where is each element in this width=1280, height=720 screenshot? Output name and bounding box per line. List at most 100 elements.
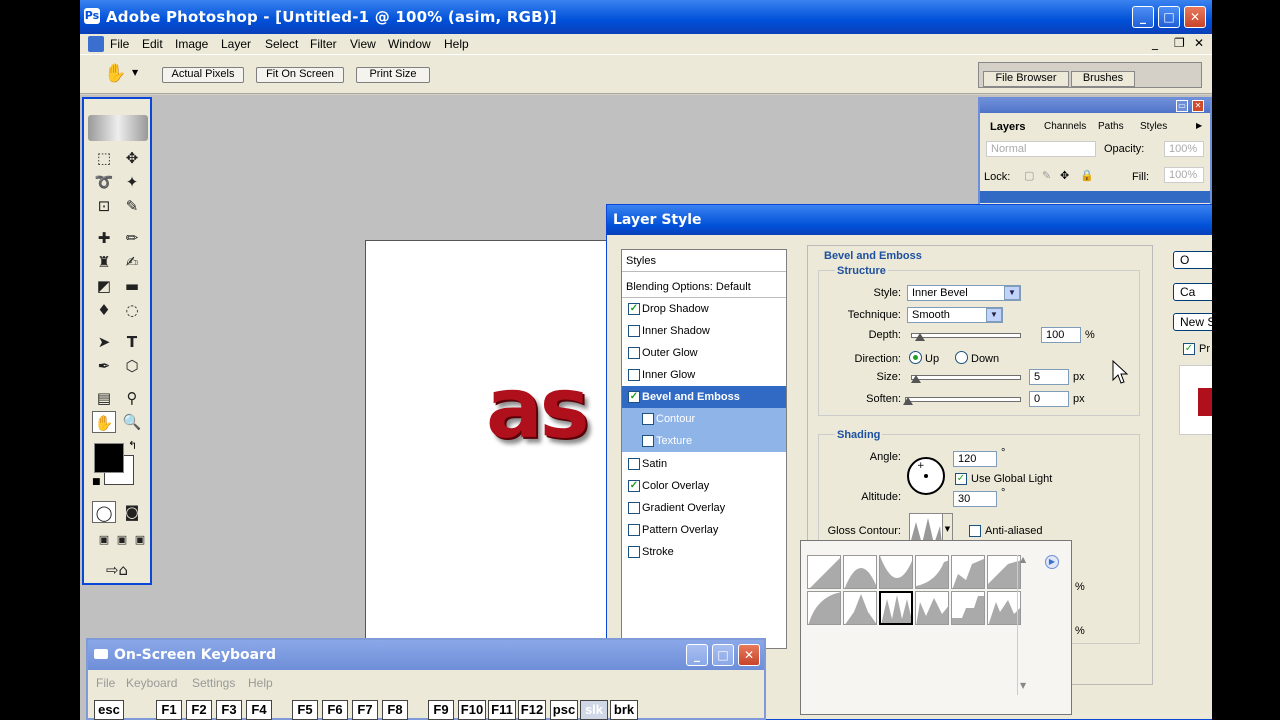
layer-row[interactable] <box>980 191 1210 203</box>
checkbox[interactable] <box>628 546 640 558</box>
checkbox[interactable] <box>628 369 640 381</box>
gradient-icon[interactable]: ▬ <box>120 275 144 297</box>
palette-minimize-icon[interactable]: ▭ <box>1176 100 1188 112</box>
key-f12[interactable]: F12 <box>518 700 546 720</box>
palette-close-icon[interactable]: ✕ <box>1192 100 1204 112</box>
quick-mask-icon[interactable]: ◙ <box>120 501 144 523</box>
soften-slider[interactable] <box>905 397 1021 402</box>
notes-icon[interactable]: ▤ <box>92 387 116 409</box>
key-esc[interactable]: esc <box>94 700 124 720</box>
key-f11[interactable]: F11 <box>488 700 516 720</box>
contour-cove-shallow[interactable] <box>951 555 985 589</box>
anti-aliased-checkbox[interactable] <box>969 525 981 537</box>
actual-pixels-button[interactable]: Actual Pixels <box>162 67 244 83</box>
key-f5[interactable]: F5 <box>292 700 318 720</box>
popup-menu-icon[interactable]: ▶ <box>1045 555 1059 569</box>
print-size-button[interactable]: Print Size <box>356 67 430 83</box>
checkbox-checked[interactable]: ✓ <box>628 391 640 403</box>
dodge-icon[interactable]: ◌ <box>120 299 144 321</box>
minimize-button[interactable]: _ <box>1132 6 1154 28</box>
screen-mode-3-icon[interactable]: ▣ <box>128 529 152 551</box>
contour-rounded-steps[interactable] <box>951 591 985 625</box>
close-button[interactable]: ✕ <box>1184 6 1206 28</box>
menu-image[interactable]: Image <box>175 37 208 51</box>
magic-wand-icon[interactable]: ✦ <box>120 171 144 193</box>
palette-menu-icon[interactable]: ▶ <box>1196 121 1202 130</box>
direction-down-radio[interactable] <box>955 351 968 364</box>
list-item-contour[interactable]: Contour <box>622 408 786 430</box>
soften-slider-thumb[interactable] <box>903 397 913 405</box>
contour-cove-deep[interactable] <box>915 555 949 589</box>
contour-ring-double[interactable] <box>879 591 913 625</box>
checkbox[interactable] <box>628 502 640 514</box>
list-item-inner-shadow[interactable]: Inner Shadow <box>622 320 786 342</box>
file-browser-tab[interactable]: File Browser <box>983 71 1069 87</box>
pen-icon[interactable]: ✒ <box>92 355 116 377</box>
osk-menu-keyboard[interactable]: Keyboard <box>126 676 177 690</box>
list-item-texture[interactable]: Texture <box>622 430 786 452</box>
size-slider-thumb[interactable] <box>911 375 921 383</box>
checkbox-checked[interactable]: ✓ <box>628 480 640 492</box>
lock-transparency-icon[interactable]: ▢ <box>1024 169 1034 182</box>
move-icon[interactable]: ✥ <box>120 147 144 169</box>
lock-all-icon[interactable]: 🔒 <box>1080 169 1094 182</box>
scroll-up-icon[interactable]: ▲ <box>1020 555 1026 564</box>
jump-to-imageready-icon[interactable]: ⇨⌂ <box>92 559 142 581</box>
contour-sawtooth[interactable] <box>987 591 1021 625</box>
eyedropper-icon[interactable]: ⚲ <box>120 387 144 409</box>
menu-file[interactable]: File <box>110 37 129 51</box>
depth-field[interactable]: 100 <box>1041 327 1081 343</box>
chevron-down-icon[interactable]: ▼ <box>1004 286 1020 300</box>
global-light-checkbox[interactable]: ✓ <box>955 473 967 485</box>
shape-icon[interactable]: ⬡ <box>120 355 144 377</box>
maximize-button[interactable]: □ <box>1158 6 1180 28</box>
osk-minimize-button[interactable]: _ <box>686 644 708 666</box>
opacity-field[interactable]: 100% <box>1164 141 1204 157</box>
list-item-stroke[interactable]: Stroke <box>622 541 786 563</box>
fit-on-screen-button[interactable]: Fit On Screen <box>256 67 344 83</box>
list-item-pattern-overlay[interactable]: Pattern Overlay <box>622 519 786 541</box>
contour-rolling-slope[interactable] <box>915 591 949 625</box>
key-f6[interactable]: F6 <box>322 700 348 720</box>
key-f8[interactable]: F8 <box>382 700 408 720</box>
osk-menu-help[interactable]: Help <box>248 676 273 690</box>
list-item-inner-glow[interactable]: Inner Glow <box>622 364 786 386</box>
eraser-icon[interactable]: ◩ <box>92 275 116 297</box>
type-icon[interactable]: T <box>120 331 144 353</box>
blur-icon[interactable]: ♦ <box>92 299 116 321</box>
brushes-tab[interactable]: Brushes <box>1071 71 1135 87</box>
foreground-color-swatch[interactable] <box>94 443 124 473</box>
key-f4[interactable]: F4 <box>246 700 272 720</box>
doc-restore-icon[interactable]: ❐ <box>1174 36 1185 50</box>
menu-select[interactable]: Select <box>265 37 298 51</box>
depth-slider-thumb[interactable] <box>915 333 925 341</box>
standard-mode-icon[interactable]: ◯ <box>92 501 116 523</box>
slice-icon[interactable]: ✎ <box>120 195 144 217</box>
list-item-color-overlay[interactable]: ✓ Color Overlay <box>622 475 786 497</box>
list-item-gradient-overlay[interactable]: Gradient Overlay <box>622 497 786 519</box>
checkbox[interactable] <box>642 435 654 447</box>
osk-titlebar[interactable]: On-Screen Keyboard _ □ ✕ <box>88 640 764 670</box>
list-item-styles[interactable]: Styles <box>622 250 786 272</box>
preview-checkbox[interactable]: ✓ <box>1183 343 1195 355</box>
contour-gaussian[interactable] <box>987 555 1021 589</box>
menu-layer[interactable]: Layer <box>221 37 251 51</box>
title-bar[interactable]: Ps Adobe Photoshop - [Untitled-1 @ 100% … <box>80 0 1212 34</box>
osk-menu-file[interactable]: File <box>96 676 115 690</box>
stamp-icon[interactable]: ♜ <box>92 251 116 273</box>
chevron-down-icon[interactable]: ▼ <box>986 308 1002 322</box>
angle-field[interactable]: 120 <box>953 451 997 467</box>
key-f2[interactable]: F2 <box>186 700 212 720</box>
hand-tool-icon[interactable]: ✋ <box>92 411 116 433</box>
menu-window[interactable]: Window <box>388 37 431 51</box>
checkbox[interactable] <box>628 347 640 359</box>
document-canvas[interactable]: as <box>365 240 610 640</box>
depth-slider[interactable] <box>911 333 1021 338</box>
cancel-button[interactable]: Ca <box>1173 283 1212 301</box>
contour-half-round[interactable] <box>807 591 841 625</box>
style-select[interactable]: Inner Bevel ▼ <box>907 285 1021 301</box>
tab-layers[interactable]: Layers <box>990 121 1025 133</box>
lasso-icon[interactable]: ➰ <box>92 171 116 193</box>
checkbox-checked[interactable]: ✓ <box>628 303 640 315</box>
key-f3[interactable]: F3 <box>216 700 242 720</box>
